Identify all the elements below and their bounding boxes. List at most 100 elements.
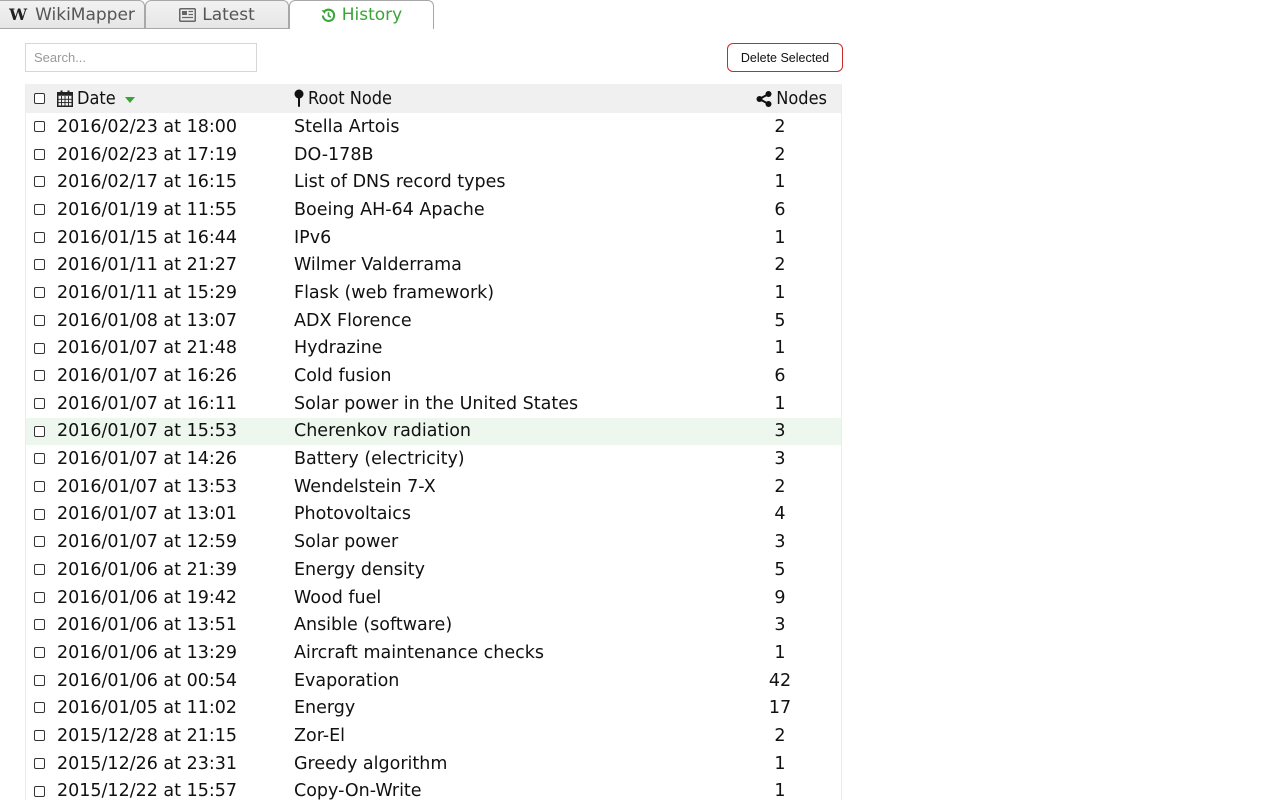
row-checkbox[interactable]: [34, 259, 45, 270]
table-header: Date Root Node Nodes: [26, 84, 841, 113]
table-row[interactable]: 2016/02/23 at 17:19DO-178B2: [26, 141, 841, 169]
row-checkbox[interactable]: [34, 509, 45, 520]
table-row[interactable]: 2015/12/26 at 23:31Greedy algorithm1: [26, 750, 841, 778]
row-root-node[interactable]: Stella Artois: [294, 117, 399, 137]
table-row[interactable]: 2016/01/11 at 15:29 Flask (web framework)…: [26, 279, 841, 307]
table-row[interactable]: 2016/01/06 at 13:29Aircraft maintenance …: [26, 639, 841, 667]
row-root-node[interactable]: Photovoltaics: [294, 504, 411, 524]
row-date: 2016/01/15 at 16:44: [57, 228, 237, 248]
row-checkbox[interactable]: [34, 370, 45, 381]
row-root-node[interactable]: Aircraft maintenance checks: [294, 643, 544, 663]
tab-history[interactable]: History: [289, 0, 434, 29]
row-checkbox[interactable]: [34, 149, 45, 160]
row-checkbox[interactable]: [34, 730, 45, 741]
table-row[interactable]: 2016/01/07 at 13:53Wendelstein 7-X2: [26, 473, 841, 501]
row-date: 2016/01/05 at 11:02: [57, 698, 237, 718]
date-header-label: Date: [77, 88, 116, 109]
row-checkbox[interactable]: [34, 232, 45, 243]
date-column-header[interactable]: Date: [57, 88, 135, 109]
table-row[interactable]: 2016/01/07 at 13:01Photovoltaics4: [26, 501, 841, 529]
table-row[interactable]: 2016/01/06 at 00:54Evaporation42: [26, 667, 841, 695]
table-row[interactable]: 2016/01/07 at 12:59Solar power3: [26, 528, 841, 556]
row-checkbox[interactable]: [34, 592, 45, 603]
share-nodes-icon: [756, 91, 772, 107]
row-root-node[interactable]: Energy density: [294, 560, 425, 580]
table-row[interactable]: 2016/02/17 at 16:15 List of DNS record ty…: [26, 168, 841, 196]
nodes-column-header[interactable]: Nodes: [756, 88, 827, 109]
row-checkbox[interactable]: [34, 176, 45, 187]
row-root-node[interactable]: Copy-On-Write: [294, 781, 422, 801]
row-root-node[interactable]: Evaporation: [294, 671, 399, 691]
row-root-node[interactable]: Cold fusion: [294, 366, 392, 386]
row-date: 2016/01/08 at 13:07: [57, 311, 237, 331]
table-row[interactable]: 2016/01/15 at 16:44 IPv6 1: [26, 224, 841, 252]
row-checkbox[interactable]: [34, 426, 45, 437]
table-row[interactable]: 2016/01/07 at 16:26Cold fusion6: [26, 362, 841, 390]
row-node-count: 17: [765, 698, 795, 718]
row-root-node[interactable]: Wood fuel: [294, 588, 381, 608]
row-node-count: 6: [765, 200, 795, 220]
row-node-count: 42: [765, 671, 795, 691]
row-root-node[interactable]: Battery (electricity): [294, 449, 465, 469]
table-row[interactable]: 2015/12/28 at 21:15Zor-El2: [26, 722, 841, 750]
table-row[interactable]: 2016/01/07 at 16:11Solar power in the Un…: [26, 390, 841, 418]
row-checkbox[interactable]: [34, 758, 45, 769]
row-root-node[interactable]: ADX Florence: [294, 311, 412, 331]
row-root-node[interactable]: Wilmer Valderrama: [294, 255, 462, 275]
table-row[interactable]: 2016/01/07 at 21:48Hydrazine1: [26, 335, 841, 363]
row-date: 2016/01/11 at 15:29: [57, 283, 237, 303]
row-checkbox[interactable]: [34, 287, 45, 298]
table-row[interactable]: 2016/01/06 at 19:42Wood fuel9: [26, 584, 841, 612]
row-checkbox[interactable]: [34, 398, 45, 409]
row-root-node[interactable]: Wendelstein 7-X: [294, 477, 436, 497]
row-root-node[interactable]: IPv6: [294, 228, 331, 248]
row-checkbox[interactable]: [34, 619, 45, 630]
row-root-node[interactable]: Ansible (software): [294, 615, 452, 635]
table-body: 2016/02/23 at 18:00Stella Artois2 2016/02…: [26, 113, 841, 805]
root-node-column-header[interactable]: Root Node: [294, 88, 392, 109]
row-root-node[interactable]: Solar power in the United States: [294, 394, 578, 414]
row-date: 2016/02/23 at 17:19: [57, 145, 237, 165]
row-root-node[interactable]: Cherenkov radiation: [294, 421, 471, 441]
row-checkbox[interactable]: [34, 204, 45, 215]
row-checkbox[interactable]: [34, 647, 45, 658]
row-checkbox[interactable]: [34, 121, 45, 132]
row-date: 2016/02/17 at 16:15: [57, 172, 237, 192]
row-checkbox[interactable]: [34, 675, 45, 686]
row-checkbox[interactable]: [34, 481, 45, 492]
table-row[interactable]: 2016/01/06 at 13:51Ansible (software)3: [26, 611, 841, 639]
table-row[interactable]: 2016/01/06 at 21:39Energy density5: [26, 556, 841, 584]
delete-selected-button[interactable]: Delete Selected: [727, 43, 843, 72]
table-row[interactable]: 2016/01/05 at 11:02 Energy 17: [26, 694, 841, 722]
select-all-checkbox[interactable]: [34, 93, 45, 104]
row-checkbox[interactable]: [34, 343, 45, 354]
table-row[interactable]: 2015/12/22 at 15:57Copy-On-Write1: [26, 778, 841, 805]
row-node-count: 1: [765, 283, 795, 303]
row-root-node[interactable]: Boeing AH-64 Apache: [294, 200, 485, 220]
row-checkbox[interactable]: [34, 786, 45, 797]
table-row[interactable]: 2016/01/19 at 11:55Boeing AH-64 Apache6: [26, 196, 841, 224]
row-checkbox[interactable]: [34, 536, 45, 547]
row-checkbox[interactable]: [34, 453, 45, 464]
search-input[interactable]: [25, 43, 257, 72]
table-row[interactable]: 2016/02/23 at 18:00Stella Artois2: [26, 113, 841, 141]
row-root-node[interactable]: Hydrazine: [294, 338, 382, 358]
table-row[interactable]: 2016/01/07 at 14:26Battery (electricity)…: [26, 445, 841, 473]
row-root-node[interactable]: Zor-El: [294, 726, 345, 746]
tab-wikimapper[interactable]: W WikiMapper: [0, 0, 145, 28]
table-row[interactable]: 2016/01/08 at 13:07ADX Florence5: [26, 307, 841, 335]
row-root-node[interactable]: Solar power: [294, 532, 398, 552]
row-root-node[interactable]: Flask (web framework): [294, 283, 494, 303]
table-row[interactable]: 2016/01/07 at 15:53Cherenkov radiation3: [26, 418, 841, 446]
row-root-node[interactable]: DO-178B: [294, 145, 373, 165]
row-checkbox[interactable]: [34, 564, 45, 575]
tab-latest[interactable]: Latest: [145, 0, 289, 28]
row-node-count: 1: [765, 228, 795, 248]
row-root-node[interactable]: Greedy algorithm: [294, 754, 447, 774]
table-row[interactable]: 2016/01/11 at 21:27Wilmer Valderrama2: [26, 251, 841, 279]
row-root-node[interactable]: List of DNS record types: [294, 172, 506, 192]
row-checkbox[interactable]: [34, 315, 45, 326]
row-checkbox[interactable]: [34, 702, 45, 713]
row-root-node[interactable]: Energy: [294, 698, 355, 718]
sort-descending-icon: [125, 97, 135, 103]
